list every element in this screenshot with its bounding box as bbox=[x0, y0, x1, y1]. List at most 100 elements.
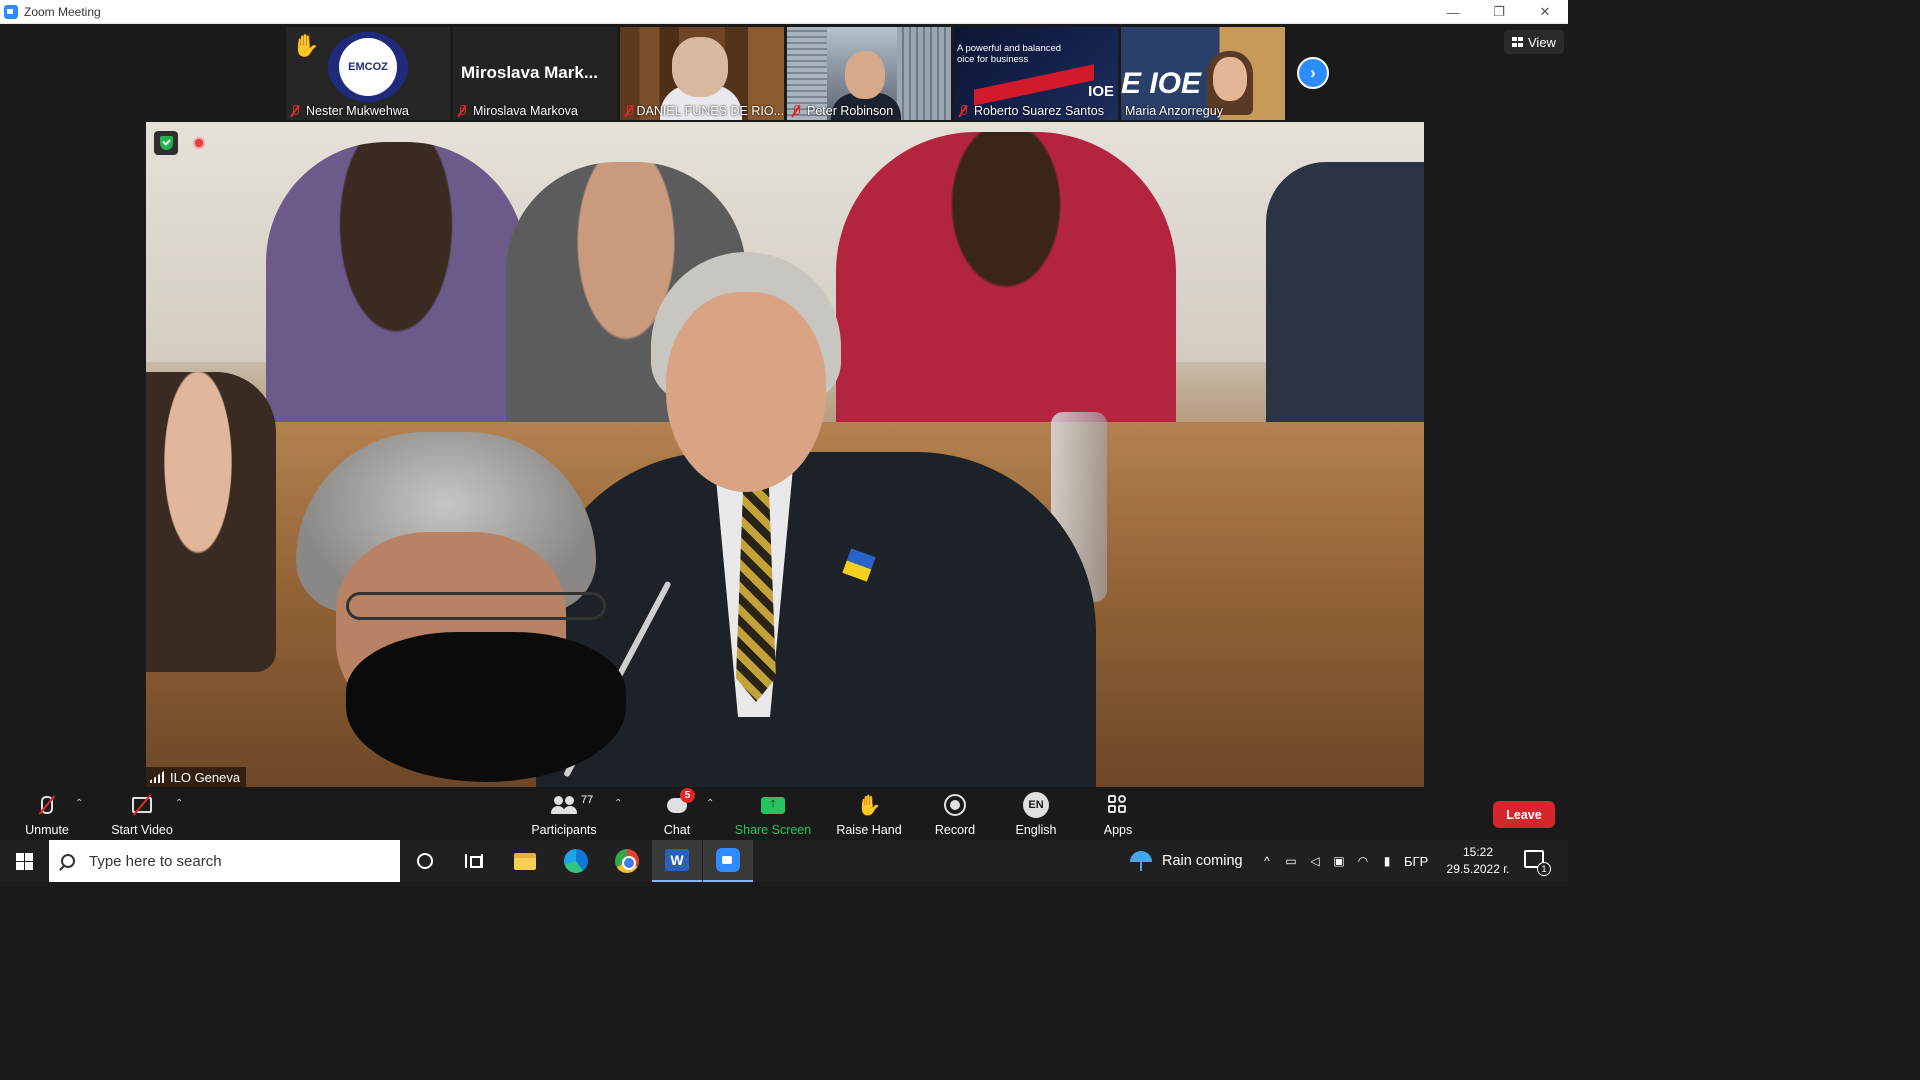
keyboard-language[interactable]: БГР bbox=[1404, 854, 1428, 869]
zoom-taskbar-button[interactable] bbox=[703, 840, 753, 882]
active-speaker-video[interactable]: ILO Geneva bbox=[146, 122, 1424, 787]
apps-icon bbox=[1105, 792, 1131, 818]
clock-date: 29.5.2022 г. bbox=[1446, 862, 1510, 876]
battery-icon[interactable]: ▭ bbox=[1284, 854, 1298, 868]
participants-count: 77 bbox=[581, 794, 594, 806]
person-face-mask bbox=[346, 632, 626, 782]
chrome-icon bbox=[615, 849, 639, 873]
audio-options-caret-icon[interactable]: ⌃ bbox=[75, 798, 83, 809]
video-person-masked bbox=[256, 432, 676, 787]
participant-name-bar: Roberto Suarez Santos bbox=[954, 102, 1118, 120]
unmute-button[interactable]: Unmute bbox=[22, 792, 72, 837]
window-title: Zoom Meeting bbox=[24, 4, 101, 19]
participant-name: Maria Anzorreguy bbox=[1125, 104, 1223, 118]
start-video-button[interactable]: Start Video bbox=[108, 792, 176, 837]
notification-count-badge: 1 bbox=[1537, 862, 1551, 876]
language-icon: EN bbox=[1023, 792, 1049, 818]
mic-muted-icon bbox=[290, 105, 300, 117]
record-button[interactable]: Record bbox=[928, 792, 982, 837]
word-button[interactable]: W bbox=[652, 840, 702, 882]
participant-name: DANIEL FUNES DE RIO... bbox=[636, 104, 784, 118]
security-shield-icon[interactable] bbox=[154, 131, 178, 155]
unmute-label: Unmute bbox=[25, 823, 69, 837]
mic-muted-icon bbox=[624, 105, 633, 117]
display-icon[interactable]: ▣ bbox=[1332, 854, 1346, 868]
participant-name: Miroslava Markova bbox=[473, 104, 578, 118]
microphone-muted-icon bbox=[34, 792, 60, 818]
edge-icon bbox=[564, 849, 588, 873]
hand-icon: ✋ bbox=[856, 794, 882, 817]
cortana-button[interactable] bbox=[400, 840, 450, 882]
chat-options-caret-icon[interactable]: ⌃ bbox=[706, 798, 714, 809]
start-button[interactable] bbox=[0, 840, 49, 882]
taskbar-search-box[interactable]: Type here to search bbox=[49, 840, 400, 882]
minimize-button[interactable]: — bbox=[1430, 0, 1476, 24]
participant-thumbnail[interactable]: Peter Robinson bbox=[787, 27, 951, 120]
system-tray: ^ ▭ ◁ ▣ ◠ ▮ БГР bbox=[1260, 840, 1428, 882]
mic-muted-icon bbox=[958, 105, 968, 117]
volume-icon[interactable]: ◁ bbox=[1308, 854, 1322, 868]
restore-button[interactable]: ❐ bbox=[1476, 0, 1522, 24]
leave-button[interactable]: Leave bbox=[1493, 801, 1555, 828]
participant-thumbnail[interactable]: DANIEL FUNES DE RIO... bbox=[620, 27, 784, 120]
signal-strength-icon bbox=[150, 771, 164, 783]
zoom-icon bbox=[716, 848, 740, 872]
participants-icon bbox=[551, 792, 577, 818]
participant-thumbnail[interactable]: A powerful and balanced oice for busines… bbox=[954, 27, 1118, 120]
window-controls: — ❐ ✕ bbox=[1430, 0, 1568, 24]
participant-name: Roberto Suarez Santos bbox=[974, 104, 1104, 118]
participant-name: Peter Robinson bbox=[807, 104, 894, 118]
participant-name-bar: Nester Mukwehwa bbox=[286, 102, 450, 120]
edge-button[interactable] bbox=[551, 840, 601, 882]
language-button[interactable]: EN English bbox=[1010, 792, 1062, 837]
chrome-button[interactable] bbox=[602, 840, 652, 882]
participants-options-caret-icon[interactable]: ⌃ bbox=[614, 798, 622, 809]
windows-logo-icon bbox=[16, 852, 33, 870]
apps-label: Apps bbox=[1103, 823, 1133, 837]
participant-thumbnail[interactable]: Miroslava Mark... Miroslava Markova bbox=[453, 27, 617, 120]
share-screen-button[interactable]: Share Screen bbox=[734, 792, 812, 837]
mic-muted-icon bbox=[791, 105, 801, 117]
search-placeholder: Type here to search bbox=[89, 852, 222, 870]
start-video-label: Start Video bbox=[111, 823, 173, 837]
participant-name: Nester Mukwehwa bbox=[306, 104, 409, 118]
window-titlebar: Zoom Meeting — ❐ ✕ bbox=[0, 0, 1568, 24]
recording-indicator-icon bbox=[193, 137, 205, 149]
cortana-icon bbox=[417, 853, 433, 869]
participant-thumbnail[interactable]: ✋ EMCOZ Nester Mukwehwa bbox=[286, 27, 450, 120]
record-icon bbox=[942, 792, 968, 818]
participant-thumbnail[interactable]: E IOE Maria Anzorreguy bbox=[1121, 27, 1285, 120]
apps-button[interactable]: Apps bbox=[1096, 792, 1140, 837]
ioe-swoosh bbox=[974, 64, 1094, 106]
meeting-controls-toolbar: Unmute ⌃ Start Video ⌃ Participants 77 ⌃… bbox=[0, 788, 1568, 840]
weather-text: Rain coming bbox=[1162, 853, 1243, 869]
view-button[interactable]: View bbox=[1504, 30, 1564, 54]
taskbar-clock[interactable]: 15:22 29.5.2022 г. bbox=[1440, 844, 1516, 878]
weather-widget[interactable]: Rain coming bbox=[1130, 840, 1243, 882]
active-speaker-name-bar: ILO Geneva bbox=[146, 767, 247, 787]
chat-unread-badge: 5 bbox=[680, 788, 695, 803]
chat-icon: 5 bbox=[664, 788, 695, 818]
close-button[interactable]: ✕ bbox=[1522, 0, 1568, 24]
raise-hand-button[interactable]: ✋ Raise Hand bbox=[834, 792, 904, 838]
video-options-caret-icon[interactable]: ⌃ bbox=[175, 798, 183, 809]
zoom-app-icon bbox=[4, 4, 18, 19]
umbrella-icon bbox=[1130, 851, 1152, 871]
participant-name-bar: Miroslava Markova bbox=[453, 102, 617, 120]
person-glasses bbox=[346, 592, 606, 620]
raised-hand-icon: ✋ bbox=[292, 33, 320, 58]
next-page-arrow-icon[interactable]: › bbox=[1297, 57, 1329, 89]
chat-label: Chat bbox=[663, 823, 691, 837]
wifi-icon[interactable]: ◠ bbox=[1356, 854, 1370, 868]
chat-button[interactable]: 5 Chat bbox=[657, 788, 697, 837]
view-button-label: View bbox=[1528, 34, 1556, 50]
word-icon: W bbox=[665, 849, 689, 871]
participant-name-bar: Peter Robinson bbox=[787, 102, 951, 120]
task-view-button[interactable] bbox=[449, 840, 499, 882]
language-code: EN bbox=[1023, 792, 1049, 818]
participants-label: Participants bbox=[531, 823, 597, 837]
file-explorer-button[interactable] bbox=[500, 840, 550, 882]
microphone-tray-icon[interactable]: ▮ bbox=[1380, 854, 1394, 868]
show-hidden-icons-icon[interactable]: ^ bbox=[1260, 854, 1274, 868]
video-person-face bbox=[1213, 57, 1247, 101]
